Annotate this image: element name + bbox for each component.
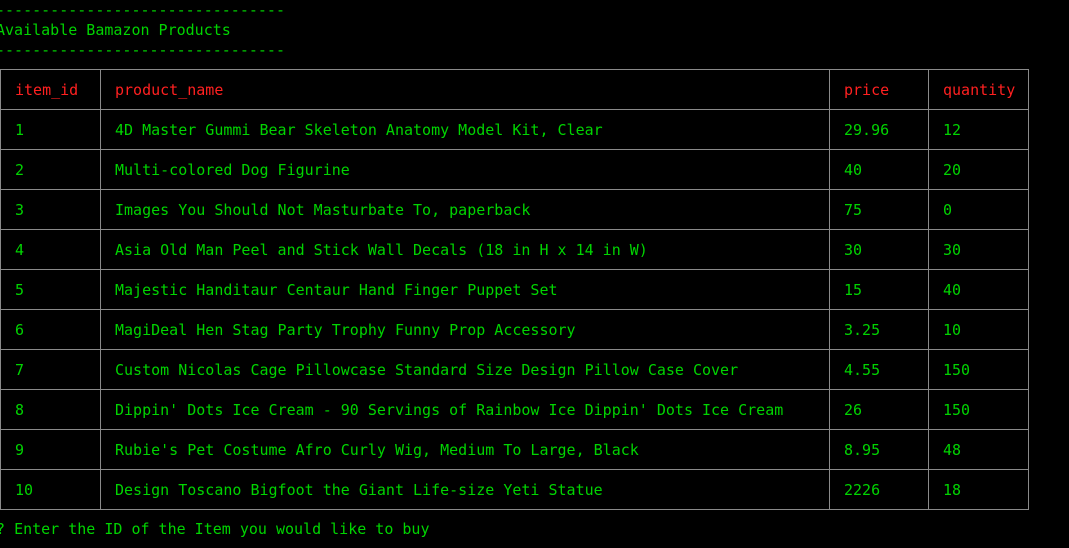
banner-heading: Available Bamazon Products bbox=[0, 21, 231, 39]
cell-item-id: 2 bbox=[0, 149, 101, 190]
cell-price: 29.96 bbox=[829, 109, 929, 150]
products-table: item_id product_name price quantity 1 4D… bbox=[0, 69, 1029, 510]
cell-price: 15 bbox=[829, 269, 929, 310]
cell-item-id: 9 bbox=[0, 429, 101, 470]
cell-product-name: Images You Should Not Masturbate To, pap… bbox=[100, 189, 830, 230]
cell-price: 40 bbox=[829, 149, 929, 190]
cell-item-id: 6 bbox=[0, 309, 101, 350]
header-item-id: item_id bbox=[0, 69, 101, 110]
table-row: 1 4D Master Gummi Bear Skeleton Anatomy … bbox=[0, 109, 1029, 150]
cell-price: 8.95 bbox=[829, 429, 929, 470]
prompt-marker: ? bbox=[0, 520, 5, 538]
cell-product-name: Custom Nicolas Cage Pillowcase Standard … bbox=[100, 349, 830, 390]
cell-item-id: 7 bbox=[0, 349, 101, 390]
banner-rule-top: -------------------------------- bbox=[0, 1, 285, 19]
table-row: 8 Dippin' Dots Ice Cream - 90 Servings o… bbox=[0, 389, 1029, 430]
cell-product-name: Rubie's Pet Costume Afro Curly Wig, Medi… bbox=[100, 429, 830, 470]
table-row: 5 Majestic Handitaur Centaur Hand Finger… bbox=[0, 269, 1029, 310]
cell-item-id: 1 bbox=[0, 109, 101, 150]
header-price: price bbox=[829, 69, 929, 110]
cell-quantity: 12 bbox=[928, 109, 1029, 150]
cell-item-id: 4 bbox=[0, 229, 101, 270]
cell-quantity: 150 bbox=[928, 349, 1029, 390]
cell-item-id: 3 bbox=[0, 189, 101, 230]
banner-rule-bottom: -------------------------------- bbox=[0, 41, 285, 59]
table-row: 7 Custom Nicolas Cage Pillowcase Standar… bbox=[0, 349, 1029, 390]
cell-quantity: 0 bbox=[928, 189, 1029, 230]
cell-quantity: 10 bbox=[928, 309, 1029, 350]
cell-price: 4.55 bbox=[829, 349, 929, 390]
table-row: 2 Multi-colored Dog Figurine 40 20 bbox=[0, 149, 1029, 190]
cell-price: 30 bbox=[829, 229, 929, 270]
cell-price: 75 bbox=[829, 189, 929, 230]
cell-price: 3.25 bbox=[829, 309, 929, 350]
cell-product-name: 4D Master Gummi Bear Skeleton Anatomy Mo… bbox=[100, 109, 830, 150]
table-row: 9 Rubie's Pet Costume Afro Curly Wig, Me… bbox=[0, 429, 1029, 470]
table-row: 10 Design Toscano Bigfoot the Giant Life… bbox=[0, 469, 1029, 510]
table-row: 6 MagiDeal Hen Stag Party Trophy Funny P… bbox=[0, 309, 1029, 350]
cell-product-name: Design Toscano Bigfoot the Giant Life-si… bbox=[100, 469, 830, 510]
cell-quantity: 18 bbox=[928, 469, 1029, 510]
cell-price: 2226 bbox=[829, 469, 929, 510]
header-quantity: quantity bbox=[928, 69, 1029, 110]
cell-product-name: Majestic Handitaur Centaur Hand Finger P… bbox=[100, 269, 830, 310]
cell-product-name: MagiDeal Hen Stag Party Trophy Funny Pro… bbox=[100, 309, 830, 350]
cell-item-id: 8 bbox=[0, 389, 101, 430]
cell-product-name: Asia Old Man Peel and Stick Wall Decals … bbox=[100, 229, 830, 270]
cell-item-id: 5 bbox=[0, 269, 101, 310]
terminal-prompt[interactable]: ? Enter the ID of the Item you would lik… bbox=[0, 519, 429, 539]
cell-price: 26 bbox=[829, 389, 929, 430]
cell-product-name: Multi-colored Dog Figurine bbox=[100, 149, 830, 190]
cell-quantity: 20 bbox=[928, 149, 1029, 190]
header-product-name: product_name bbox=[100, 69, 830, 110]
cell-product-name: Dippin' Dots Ice Cream - 90 Servings of … bbox=[100, 389, 830, 430]
cell-quantity: 48 bbox=[928, 429, 1029, 470]
cell-quantity: 40 bbox=[928, 269, 1029, 310]
cell-quantity: 30 bbox=[928, 229, 1029, 270]
cell-item-id: 10 bbox=[0, 469, 101, 510]
prompt-question: Enter the ID of the Item you would like … bbox=[14, 520, 430, 538]
table-row: 3 Images You Should Not Masturbate To, p… bbox=[0, 189, 1029, 230]
table-header-row: item_id product_name price quantity bbox=[0, 69, 1029, 110]
table-row: 4 Asia Old Man Peel and Stick Wall Decal… bbox=[0, 229, 1029, 270]
cell-quantity: 150 bbox=[928, 389, 1029, 430]
